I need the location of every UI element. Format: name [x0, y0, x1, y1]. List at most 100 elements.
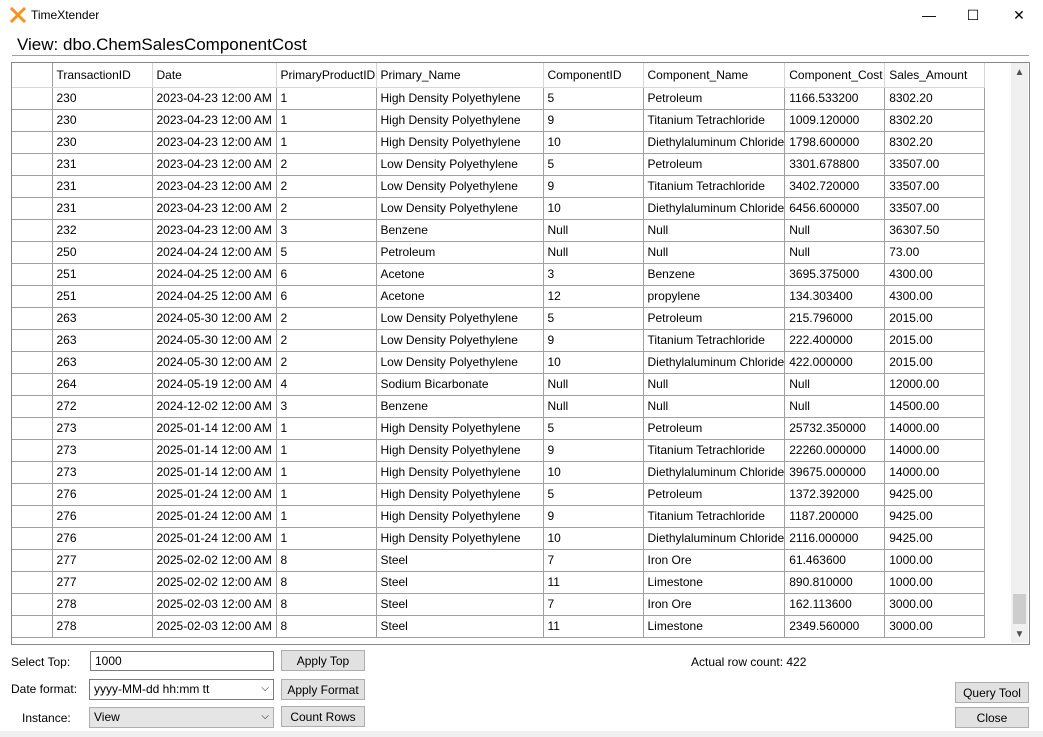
table-cell[interactable]: 10	[543, 461, 644, 484]
row-header[interactable]	[12, 505, 53, 528]
table-cell[interactable]: 232	[52, 219, 153, 242]
table-cell[interactable]: 14500.00	[884, 395, 986, 418]
row-header[interactable]	[12, 527, 53, 550]
table-cell[interactable]: 73.00	[884, 241, 986, 264]
table-cell[interactable]: 2025-02-03 12:00 AM	[152, 615, 277, 638]
table-cell[interactable]: 278	[52, 615, 153, 638]
table-cell[interactable]: 2023-04-23 12:00 AM	[152, 175, 277, 198]
row-header[interactable]	[12, 373, 53, 396]
table-row[interactable]: 230 2023-04-23 12:00 AM 1 High Density Poly…	[12, 87, 986, 110]
table-cell[interactable]: 422.000000	[784, 351, 886, 374]
table-cell[interactable]: 2025-01-14 12:00 AM	[152, 417, 277, 440]
table-cell[interactable]: Petroleum	[643, 153, 786, 176]
table-cell[interactable]: 278	[52, 593, 153, 616]
table-cell[interactable]: 6	[276, 285, 377, 308]
table-cell[interactable]: 10	[543, 131, 644, 154]
table-row[interactable]: 276 2025-01-24 12:00 AM 1 High Density Poly…	[12, 505, 986, 528]
select-top-input[interactable]: 1000	[90, 651, 274, 671]
table-cell[interactable]: Low Density Polyethylene	[376, 175, 544, 198]
table-cell[interactable]: Null	[543, 219, 644, 242]
table-cell[interactable]: 8302.20	[884, 87, 986, 110]
table-cell[interactable]: 12	[543, 285, 644, 308]
table-cell[interactable]: 134.303400	[784, 285, 886, 308]
table-cell[interactable]: 2	[276, 329, 377, 352]
table-row[interactable]: 276 2025-01-24 12:00 AM 1 High Density Poly…	[12, 527, 986, 550]
table-cell[interactable]: Benzene	[643, 263, 786, 286]
table-cell[interactable]: 263	[52, 329, 153, 352]
table-cell[interactable]: Titanium Tetrachloride	[643, 175, 786, 198]
table-cell[interactable]: 2	[276, 175, 377, 198]
row-header[interactable]	[12, 483, 53, 506]
apply-top-button[interactable]: Apply Top	[281, 650, 365, 671]
table-row[interactable]: 278 2025-02-03 12:00 AM 8 Steel 7 Iron Ore 162…	[12, 593, 986, 616]
table-cell[interactable]: Null	[784, 373, 886, 396]
table-cell[interactable]: 2025-01-14 12:00 AM	[152, 461, 277, 484]
table-cell[interactable]: Null	[643, 395, 786, 418]
table-cell[interactable]: 2015.00	[884, 351, 986, 374]
table-row[interactable]: 232 2023-04-23 12:00 AM 3 Benzene Null Null Nu…	[12, 219, 986, 242]
table-cell[interactable]: 2023-04-23 12:00 AM	[152, 153, 277, 176]
scroll-up-icon[interactable]: ▲	[1011, 64, 1028, 81]
table-cell[interactable]: Iron Ore	[643, 593, 786, 616]
table-cell[interactable]: 1	[276, 131, 377, 154]
table-cell[interactable]: 251	[52, 285, 153, 308]
table-cell[interactable]: 8	[276, 615, 377, 638]
table-cell[interactable]: 3000.00	[884, 593, 986, 616]
table-cell[interactable]: 3	[276, 395, 377, 418]
table-cell[interactable]: 2023-04-23 12:00 AM	[152, 131, 277, 154]
table-cell[interactable]: 2023-04-23 12:00 AM	[152, 109, 277, 132]
table-cell[interactable]: 222.400000	[784, 329, 886, 352]
table-cell[interactable]: 11	[543, 571, 644, 594]
table-cell[interactable]: 3402.720000	[784, 175, 886, 198]
table-cell[interactable]: 12000.00	[884, 373, 986, 396]
table-cell[interactable]: 2	[276, 351, 377, 374]
table-row[interactable]: 272 2024-12-02 12:00 AM 3 Benzene Null Null Nu…	[12, 395, 986, 418]
row-header[interactable]	[12, 87, 53, 110]
table-cell[interactable]: Null	[784, 395, 886, 418]
table-cell[interactable]: 14000.00	[884, 439, 986, 462]
table-cell[interactable]: Low Density Polyethylene	[376, 351, 544, 374]
table-cell[interactable]: 2024-04-25 12:00 AM	[152, 285, 277, 308]
table-cell[interactable]: Benzene	[376, 219, 544, 242]
data-grid[interactable]: TransactionID Date PrimaryProductID Prim…	[11, 62, 1030, 645]
table-cell[interactable]: 3695.375000	[784, 263, 886, 286]
table-cell[interactable]: 890.810000	[784, 571, 886, 594]
table-cell[interactable]: Low Density Polyethylene	[376, 329, 544, 352]
row-header[interactable]	[12, 615, 53, 638]
table-cell[interactable]: Acetone	[376, 263, 544, 286]
row-header-corner[interactable]	[12, 63, 53, 88]
table-cell[interactable]: 2024-04-24 12:00 AM	[152, 241, 277, 264]
table-row[interactable]: 277 2025-02-02 12:00 AM 8 Steel 11 Limestone 8…	[12, 571, 986, 594]
table-cell[interactable]: 36307.50	[884, 219, 986, 242]
row-header[interactable]	[12, 219, 53, 242]
table-cell[interactable]: propylene	[643, 285, 786, 308]
table-cell[interactable]: 162.113600	[784, 593, 886, 616]
table-cell[interactable]: 1	[276, 505, 377, 528]
table-cell[interactable]: Null	[543, 241, 644, 264]
table-cell[interactable]: 5	[543, 307, 644, 330]
apply-format-button[interactable]: Apply Format	[281, 679, 365, 700]
column-header[interactable]: TransactionID	[52, 63, 153, 88]
table-cell[interactable]: 5	[543, 417, 644, 440]
table-cell[interactable]: High Density Polyethylene	[376, 527, 544, 550]
table-row[interactable]: 230 2023-04-23 12:00 AM 1 High Density Poly…	[12, 109, 986, 132]
table-row[interactable]: 273 2025-01-14 12:00 AM 1 High Density Poly…	[12, 417, 986, 440]
table-cell[interactable]: 273	[52, 417, 153, 440]
table-cell[interactable]: Titanium Tetrachloride	[643, 329, 786, 352]
table-cell[interactable]: High Density Polyethylene	[376, 417, 544, 440]
table-cell[interactable]: Low Density Polyethylene	[376, 153, 544, 176]
table-cell[interactable]: 2015.00	[884, 329, 986, 352]
column-header[interactable]: Primary_Name	[376, 63, 544, 88]
table-cell[interactable]: Acetone	[376, 285, 544, 308]
table-cell[interactable]: High Density Polyethylene	[376, 439, 544, 462]
table-cell[interactable]: Low Density Polyethylene	[376, 307, 544, 330]
row-header[interactable]	[12, 175, 53, 198]
row-header[interactable]	[12, 263, 53, 286]
row-header[interactable]	[12, 461, 53, 484]
row-header[interactable]	[12, 109, 53, 132]
table-row[interactable]: 250 2024-04-24 12:00 AM 5 Petroleum Null Null…	[12, 241, 986, 264]
table-cell[interactable]: High Density Polyethylene	[376, 483, 544, 506]
table-cell[interactable]: 1187.200000	[784, 505, 886, 528]
table-cell[interactable]: 230	[52, 87, 153, 110]
table-cell[interactable]: 1000.00	[884, 549, 986, 572]
